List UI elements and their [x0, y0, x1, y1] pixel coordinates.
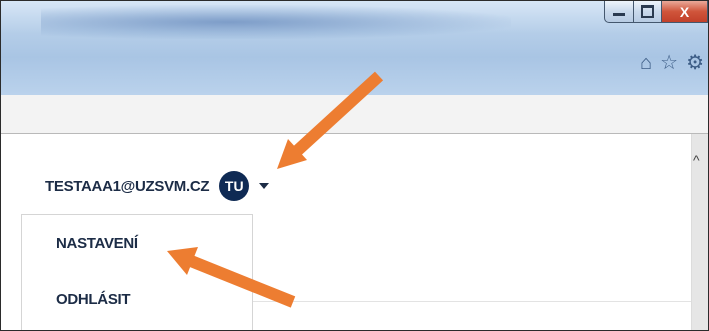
window-controls: X	[604, 1, 708, 23]
minimize-icon	[613, 13, 625, 16]
minimize-button[interactable]	[604, 1, 634, 23]
command-bar	[1, 95, 708, 134]
user-email[interactable]: TESTAAA1@UZSVM.CZ	[45, 178, 210, 195]
title-bar: X ⌂ ☆ ⚙	[1, 1, 708, 95]
browser-window: X ⌂ ☆ ⚙ ^ TESTAAA1@UZSVM.CZ TU NASTAVENÍ…	[0, 0, 709, 331]
caret-down-icon[interactable]	[259, 183, 270, 189]
user-menu-toggle[interactable]: TESTAAA1@UZSVM.CZ TU	[45, 171, 270, 201]
avatar[interactable]: TU	[219, 171, 250, 201]
close-icon: X	[679, 3, 690, 20]
gear-icon[interactable]: ⚙	[686, 53, 704, 73]
browser-toolbar-icons: ⌂ ☆ ⚙	[640, 53, 704, 73]
content-divider	[251, 301, 691, 302]
maximize-button[interactable]	[634, 1, 662, 23]
user-dropdown-menu: NASTAVENÍ ODHLÁSIT	[21, 214, 253, 330]
vertical-scrollbar[interactable]: ^	[691, 134, 708, 330]
menu-item-settings[interactable]: NASTAVENÍ	[56, 235, 138, 252]
star-icon[interactable]: ☆	[660, 53, 678, 73]
close-button[interactable]: X	[662, 1, 708, 23]
scroll-up-icon[interactable]: ^	[693, 152, 700, 168]
menu-item-logout[interactable]: ODHLÁSIT	[56, 291, 131, 308]
home-icon[interactable]: ⌂	[640, 53, 652, 73]
title-bar-glare	[41, 5, 511, 39]
maximize-icon	[641, 5, 654, 18]
